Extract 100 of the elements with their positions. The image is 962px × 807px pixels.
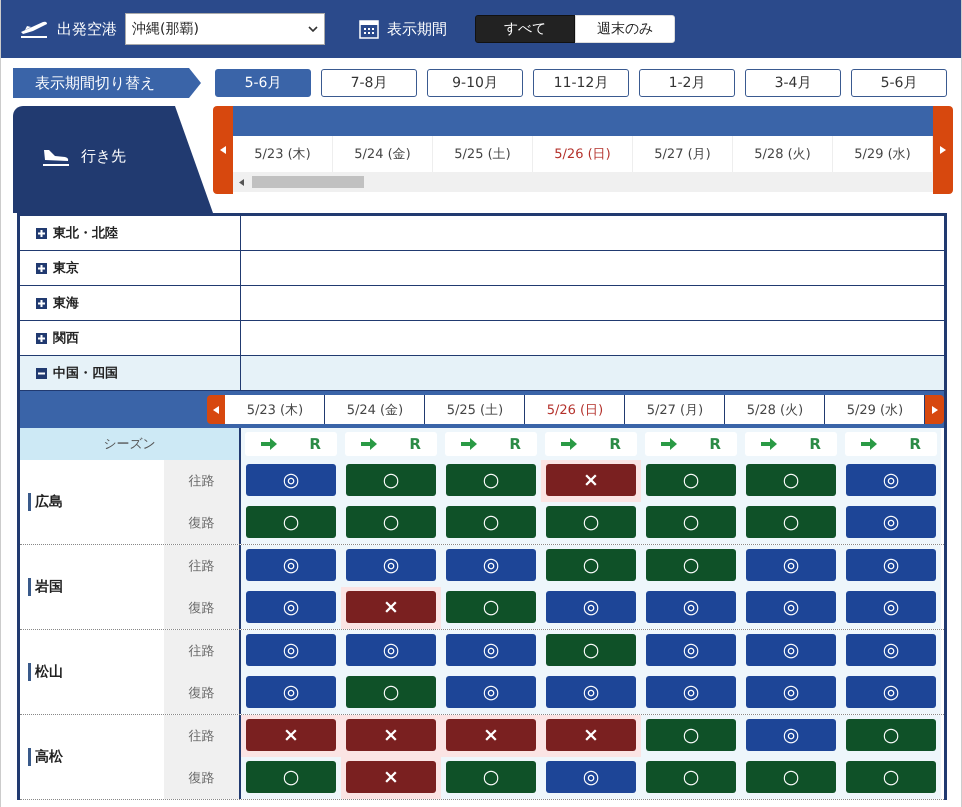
availability-button[interactable]: ○ <box>246 506 336 538</box>
region-row[interactable]: 東北・北陸 <box>20 216 944 251</box>
availability-button[interactable]: ◎ <box>246 591 336 623</box>
availability-button[interactable]: × <box>446 719 536 751</box>
availability-button[interactable]: ○ <box>646 506 736 538</box>
availability-button[interactable]: ○ <box>646 464 736 496</box>
availability-button[interactable]: ◎ <box>646 591 736 623</box>
availability-button[interactable]: ◎ <box>846 591 936 623</box>
availability-button[interactable]: ◎ <box>646 676 736 708</box>
period-tab[interactable]: 7-8月 <box>321 69 417 97</box>
availability-button[interactable]: ○ <box>746 506 836 538</box>
arrow-icon <box>861 438 878 450</box>
date-header: 5/27 (月) <box>625 395 726 424</box>
availability-button[interactable]: ◎ <box>546 591 636 623</box>
date-header: 5/26 (日) <box>525 395 626 424</box>
period-tab[interactable]: 3-4月 <box>745 69 841 97</box>
availability-button[interactable]: ○ <box>646 719 736 751</box>
availability-button[interactable]: ◎ <box>446 676 536 708</box>
season-label: シーズン <box>20 428 241 460</box>
minus-icon[interactable] <box>36 368 47 378</box>
availability-button[interactable]: ○ <box>846 761 936 793</box>
availability-button[interactable]: ○ <box>746 464 836 496</box>
departure-select[interactable]: 沖縄(那覇) <box>125 13 325 45</box>
period-tab[interactable]: 1-2月 <box>639 69 735 97</box>
availability-button[interactable]: ◎ <box>846 549 936 581</box>
calendar-icon <box>359 19 379 39</box>
plus-icon[interactable] <box>36 228 47 238</box>
period-tab[interactable]: 9-10月 <box>427 69 523 97</box>
availability-button[interactable]: × <box>546 719 636 751</box>
leg-label: 往路 <box>164 460 241 502</box>
availability-button[interactable]: ◎ <box>546 676 636 708</box>
availability-button[interactable]: ○ <box>446 591 536 623</box>
availability-button[interactable]: ◎ <box>546 761 636 793</box>
availability-button[interactable]: × <box>246 719 336 751</box>
plus-icon[interactable] <box>36 298 47 308</box>
availability-button[interactable]: ◎ <box>246 549 336 581</box>
availability-button[interactable]: ◎ <box>446 549 536 581</box>
availability-button[interactable]: ○ <box>546 549 636 581</box>
airport-name: 高松 <box>28 748 63 766</box>
availability-button[interactable]: × <box>546 464 636 496</box>
plus-icon[interactable] <box>36 332 47 344</box>
next-button[interactable] <box>925 395 944 424</box>
scrollbar[interactable] <box>233 172 933 192</box>
period-tab[interactable]: 11-12月 <box>533 69 629 97</box>
availability-button[interactable]: × <box>346 719 436 751</box>
availability-button[interactable]: ◎ <box>346 549 436 581</box>
availability-button[interactable]: ◎ <box>846 506 936 538</box>
period-toggle[interactable]: すべて <box>475 15 575 43</box>
availability-button[interactable]: ○ <box>746 761 836 793</box>
availability-button[interactable]: × <box>346 591 436 623</box>
availability-button[interactable]: ○ <box>246 761 336 793</box>
availability-button[interactable]: ◎ <box>746 591 836 623</box>
availability-button[interactable]: ○ <box>346 506 436 538</box>
availability-button[interactable]: ◎ <box>446 634 536 666</box>
triangle-icon <box>239 178 244 186</box>
availability-button[interactable]: ○ <box>446 761 536 793</box>
period-tab[interactable]: 5-6月 <box>851 69 947 97</box>
availability-button[interactable]: ○ <box>446 506 536 538</box>
availability-button[interactable]: ◎ <box>746 634 836 666</box>
prev-button[interactable] <box>206 395 226 424</box>
availability-button[interactable]: ◎ <box>646 634 736 666</box>
availability-button[interactable]: ◎ <box>246 676 336 708</box>
availability-button[interactable]: ○ <box>546 506 636 538</box>
return-mark: R <box>309 435 321 453</box>
period-tab[interactable]: 5-6月 <box>215 69 311 97</box>
availability-button[interactable]: ◎ <box>246 634 336 666</box>
leg-label: 復路 <box>164 502 241 544</box>
arrow-icon <box>661 438 678 450</box>
availability-button[interactable]: × <box>346 761 436 793</box>
availability-button[interactable]: ◎ <box>846 634 936 666</box>
availability-button[interactable]: ◎ <box>746 719 836 751</box>
departure-label: 出発空港 <box>57 20 117 38</box>
region-row[interactable]: 中国・四国 <box>20 356 944 391</box>
triangle-icon <box>940 146 946 154</box>
return-mark: R <box>509 435 521 453</box>
availability-button[interactable]: ◎ <box>746 549 836 581</box>
date-header: 5/28 (火) <box>725 395 826 424</box>
region-label: 東海 <box>53 295 79 312</box>
availability-button[interactable]: ○ <box>546 634 636 666</box>
region-row[interactable]: 東京 <box>20 251 944 286</box>
availability-button[interactable]: ○ <box>646 549 736 581</box>
availability-button[interactable]: ◎ <box>746 676 836 708</box>
availability-button[interactable]: ○ <box>346 676 436 708</box>
plus-icon[interactable] <box>36 262 47 274</box>
availability-button[interactable]: ◎ <box>346 634 436 666</box>
arrow-icon <box>261 438 278 450</box>
availability-button[interactable]: ○ <box>446 464 536 496</box>
chevron-icon <box>308 26 318 32</box>
availability-button[interactable]: ◎ <box>846 676 936 708</box>
availability-button[interactable]: ◎ <box>246 464 336 496</box>
region-row[interactable]: 東海 <box>20 286 944 321</box>
period-toggle[interactable]: 週末のみ <box>575 15 675 43</box>
leg-label: 復路 <box>164 672 241 714</box>
availability-button[interactable]: ○ <box>646 761 736 793</box>
availability-button[interactable]: ○ <box>346 464 436 496</box>
availability-button[interactable]: ○ <box>846 719 936 751</box>
return-mark: R <box>609 435 621 453</box>
region-row[interactable]: 関西 <box>20 321 944 356</box>
availability-button[interactable]: ◎ <box>846 464 936 496</box>
return-mark: R <box>909 435 921 453</box>
